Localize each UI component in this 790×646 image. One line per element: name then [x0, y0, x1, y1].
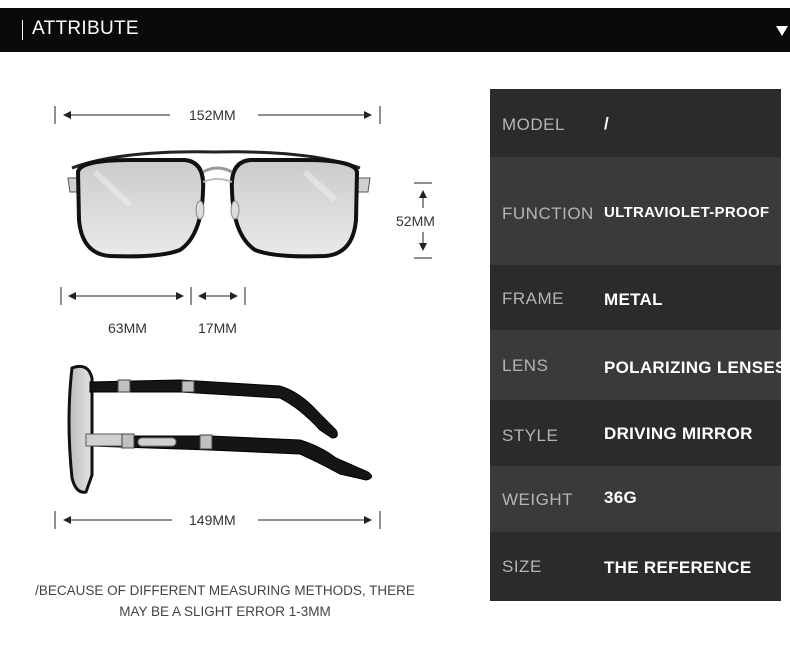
spec-value: / — [604, 114, 610, 133]
note-line-1: /BECAUSE OF DIFFERENT MEASURING METHODS,… — [35, 583, 415, 598]
temple-length-label: 149MM — [189, 512, 236, 528]
spec-value: 36G — [604, 488, 638, 507]
measurement-note: /BECAUSE OF DIFFERENT MEASURING METHODS,… — [20, 580, 430, 622]
spec-value: DRIVING MIRROR — [604, 424, 753, 443]
spec-label: FUNCTION — [502, 204, 594, 223]
spec-label: LENS — [502, 356, 549, 375]
note-line-2: MAY BE A SLIGHT ERROR 1-3MM — [119, 604, 331, 619]
spec-row-style: STYLE DRIVING MIRROR — [490, 400, 781, 466]
spec-value: THE REFERENCE — [604, 558, 752, 577]
spec-row-size: SIZE THE REFERENCE — [490, 532, 781, 601]
spec-label: WEIGHT — [502, 490, 573, 509]
spec-row-model: MODEL / — [490, 89, 781, 157]
lens-height-label: 52MM — [396, 213, 435, 229]
lens-bridge-dimension — [60, 287, 246, 305]
total-width-label: 152MM — [189, 107, 236, 123]
spec-row-lens: LENS POLARIZING LENSES — [490, 330, 786, 400]
bridge-width-label: 17MM — [198, 320, 237, 336]
spec-value: ULTRAVIOLET-PROOF — [604, 204, 770, 221]
lens-width-label: 63MM — [108, 320, 147, 336]
spec-label: STYLE — [502, 426, 559, 445]
glasses-front-view — [67, 150, 371, 259]
spec-row-function: FUNCTION ULTRAVIOLET-PROOF — [490, 157, 781, 265]
spec-label: MODEL — [502, 115, 565, 134]
spec-row-frame: FRAME METAL — [490, 265, 781, 330]
glasses-side-view — [67, 364, 372, 494]
spec-table: MODEL / FUNCTION ULTRAVIOLET-PROOF FRAME… — [490, 89, 786, 601]
spec-value: POLARIZING LENSES — [604, 358, 787, 377]
spec-row-weight: WEIGHT 36G — [490, 466, 781, 532]
spec-label: FRAME — [502, 289, 564, 308]
spec-label: SIZE — [502, 557, 542, 576]
spec-value: METAL — [604, 290, 663, 309]
